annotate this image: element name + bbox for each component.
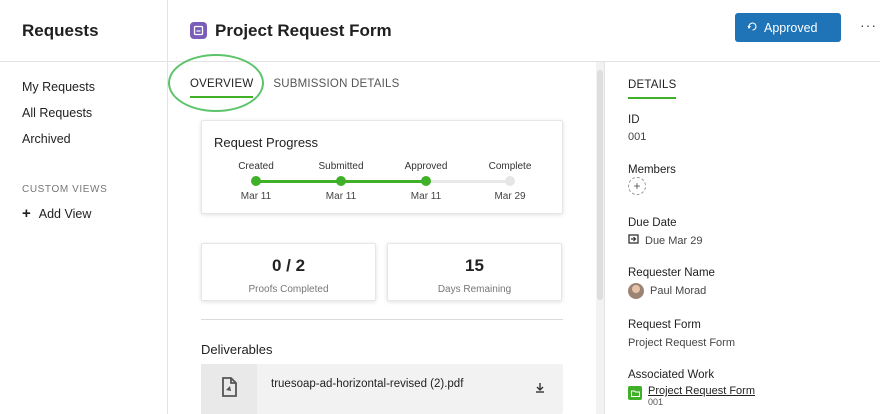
main-scrollbar-thumb[interactable] xyxy=(597,70,603,300)
step-label-approved: Approved xyxy=(404,161,448,172)
requester-label: Requester Name xyxy=(628,267,715,279)
page-header: Project Request Form Approved ··· xyxy=(168,0,880,62)
associated-work-label: Associated Work xyxy=(628,369,715,381)
request-form-label: Request Form xyxy=(628,319,701,331)
requester-value: Paul Morad xyxy=(650,285,707,297)
days-remaining-value: 15 xyxy=(465,256,484,275)
details-panel: DETAILS ID 001 Members + Due Date Due Ma… xyxy=(604,62,880,414)
custom-views-heading: CUSTOM VIEWS xyxy=(22,184,108,195)
step-date-submitted: Mar 11 xyxy=(325,191,357,202)
file-name: truesoap-ad-horizontal-revised (2).pdf xyxy=(271,378,464,390)
sidebar-header: Requests xyxy=(0,0,167,62)
tab-submission-details[interactable]: SUBMISSION DETAILS xyxy=(273,78,399,98)
step-date-created: Mar 11 xyxy=(240,191,272,202)
due-date-label: Due Date xyxy=(628,217,677,229)
document-icon xyxy=(219,376,239,403)
proofs-completed-value: 0 / 2 xyxy=(271,256,306,275)
id-value: 001 xyxy=(628,131,647,143)
annotation-ellipse xyxy=(168,54,264,112)
request-form-value: Project Request Form xyxy=(628,337,735,349)
step-dot-approved xyxy=(421,176,431,186)
avatar xyxy=(628,283,644,299)
sidebar-item-all-requests[interactable]: All Requests xyxy=(0,100,167,126)
days-remaining-label: Days Remaining xyxy=(437,284,512,295)
progress-track-remaining xyxy=(426,180,510,183)
approved-status-button[interactable]: Approved xyxy=(735,13,841,42)
step-label-complete: Complete xyxy=(488,161,532,172)
associated-work-id: 001 xyxy=(648,397,664,407)
plus-icon: + xyxy=(633,179,641,193)
download-icon[interactable] xyxy=(535,380,545,398)
add-view-label: Add View xyxy=(38,207,92,221)
more-options-button[interactable]: ··· xyxy=(860,17,877,33)
proofs-completed-card: 0 / 2 Proofs Completed xyxy=(201,243,376,301)
page-title: Project Request Form xyxy=(215,20,392,40)
requester-field: Paul Morad xyxy=(628,283,706,299)
step-label-created: Created xyxy=(238,161,274,172)
plus-icon: + xyxy=(22,205,31,222)
due-date-field: Due Mar 29 xyxy=(628,234,702,247)
step-dot-created xyxy=(251,176,261,186)
details-heading: DETAILS xyxy=(628,79,677,99)
deliverable-file-item[interactable]: truesoap-ad-horizontal-revised (2).pdf xyxy=(201,364,563,414)
folder-icon xyxy=(628,386,642,400)
sidebar: Requests My Requests All Requests Archiv… xyxy=(0,0,168,414)
request-progress-card: Request Progress Created Mar 11 Submitte… xyxy=(201,120,563,214)
days-remaining-card: 15 Days Remaining xyxy=(387,243,562,301)
proofs-completed-label: Proofs Completed xyxy=(248,284,329,295)
approved-label: Approved xyxy=(764,20,818,35)
sidebar-item-archived[interactable]: Archived xyxy=(0,126,167,152)
main-content: OVERVIEW SUBMISSION DETAILS Request Prog… xyxy=(168,54,596,414)
file-thumbnail xyxy=(201,364,257,414)
add-view-button[interactable]: + Add View xyxy=(0,200,167,228)
progress-title: Request Progress xyxy=(214,135,319,150)
associated-work-link[interactable]: Project Request Form xyxy=(648,386,755,397)
step-date-approved: Mar 11 xyxy=(410,191,442,202)
associated-work-text: Project Request Form 001 xyxy=(648,386,755,407)
associated-work-field: Project Request Form 001 xyxy=(628,386,755,407)
calendar-due-icon xyxy=(628,234,639,247)
add-member-button[interactable]: + xyxy=(628,177,646,195)
approved-icon xyxy=(747,21,758,35)
sidebar-nav: My Requests All Requests Archived CUSTOM… xyxy=(0,62,167,228)
deliverables-title: Deliverables xyxy=(201,342,273,357)
due-date-value: Due Mar 29 xyxy=(645,234,703,247)
sidebar-item-my-requests[interactable]: My Requests xyxy=(0,74,167,100)
step-date-complete: Mar 29 xyxy=(494,191,526,202)
step-dot-complete xyxy=(505,176,515,186)
step-dot-submitted xyxy=(336,176,346,186)
form-icon xyxy=(190,22,207,39)
sidebar-title: Requests xyxy=(22,20,99,40)
section-divider xyxy=(201,319,563,320)
members-label: Members xyxy=(628,164,676,176)
step-label-submitted: Submitted xyxy=(318,161,364,172)
id-label: ID xyxy=(628,114,640,126)
